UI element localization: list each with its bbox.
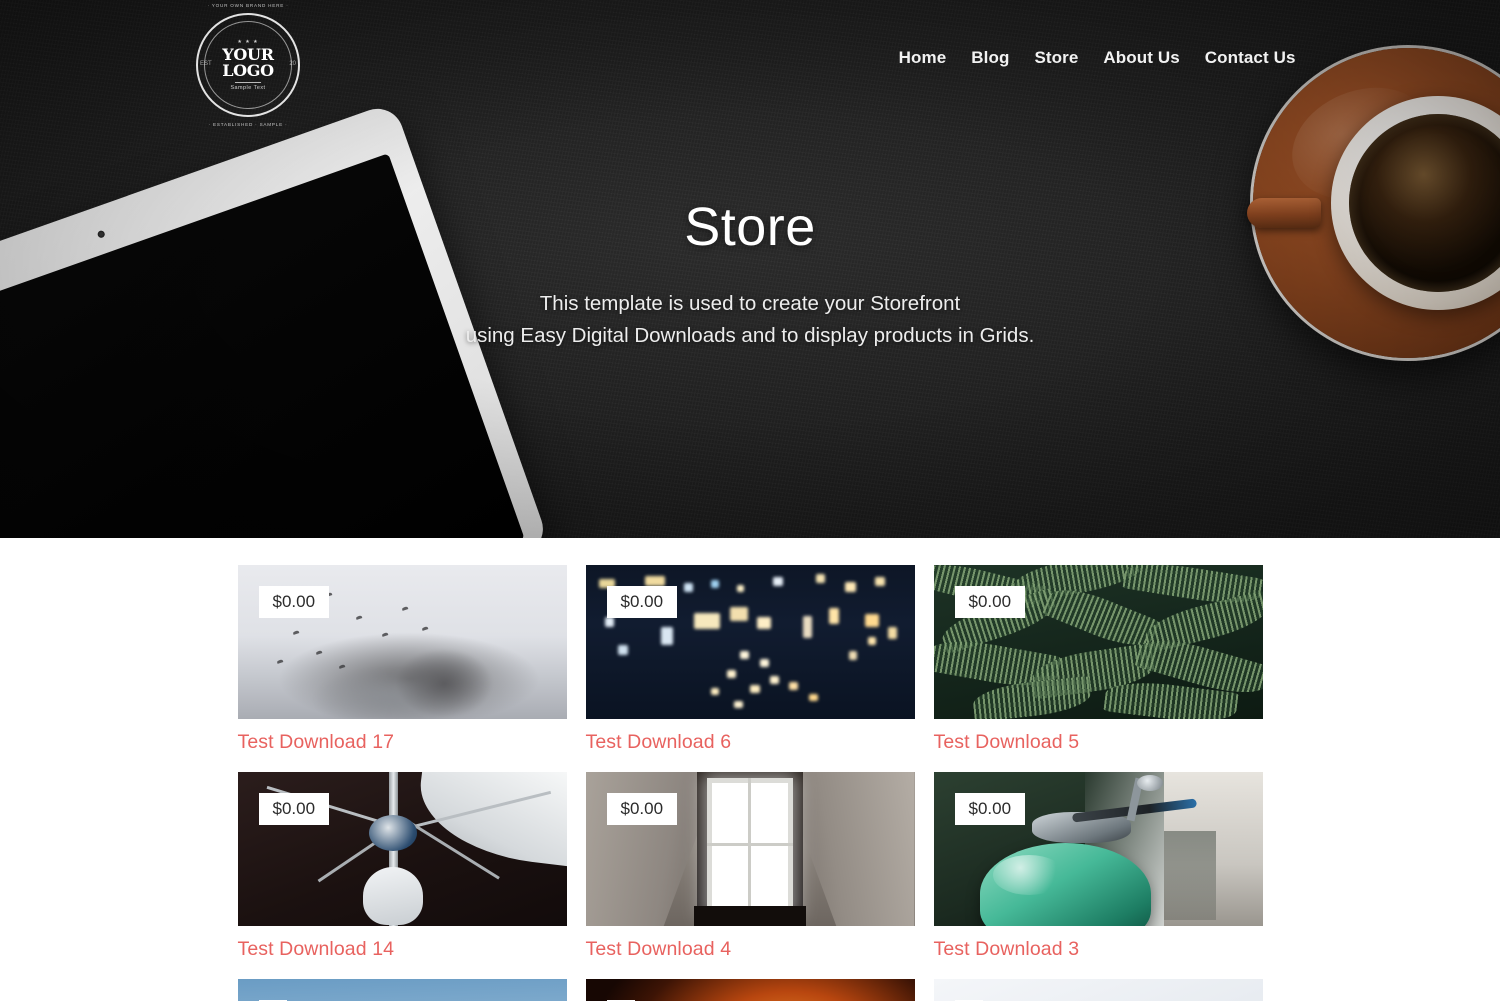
product-thumbnail[interactable]: $0.00 <box>585 772 915 926</box>
product-title-link[interactable]: Test Download 5 <box>934 731 1263 754</box>
hero-content: Store This template is used to create yo… <box>0 197 1500 351</box>
product-title-link[interactable]: Test Download 4 <box>586 938 915 961</box>
product-card[interactable]: $0.00 Test Download 3 <box>933 772 1263 961</box>
logo-arc-bottom-text: · ESTABLISHED · SAMPLE · <box>208 122 288 127</box>
product-card[interactable]: $0.00 Test Download 4 <box>585 772 915 961</box>
product-card[interactable]: $0.00 Test Download 17 <box>237 565 567 754</box>
product-price-badge: $0.00 <box>954 793 1026 826</box>
product-title-link[interactable]: Test Download 17 <box>238 731 567 754</box>
product-thumbnail[interactable]: $0.00 <box>585 565 915 719</box>
product-grid: $0.00 Test Download 17 $0.00 Test Downlo… <box>237 565 1263 1001</box>
logo-arc-top-text: · YOUR OWN BRAND HERE · <box>207 3 289 8</box>
product-image-blue-sky <box>237 979 567 1001</box>
main-navigation: Home Blog Store About Us Contact Us <box>886 47 1308 69</box>
hero-subtitle-line-1: This template is used to create your Sto… <box>539 292 961 316</box>
store-section: $0.00 Test Download 17 $0.00 Test Downlo… <box>0 538 1500 1001</box>
product-thumbnail[interactable] <box>237 979 567 1001</box>
product-title-link[interactable]: Test Download 14 <box>238 938 567 961</box>
hero-subtitle: This template is used to create your Sto… <box>0 288 1500 350</box>
product-title-link[interactable]: Test Download 6 <box>586 731 915 754</box>
product-card[interactable]: $0.00 Test Download 5 <box>933 565 1263 754</box>
product-title-link[interactable]: Test Download 3 <box>934 938 1263 961</box>
logo-subtext: Sample Text <box>230 85 266 91</box>
product-thumbnail[interactable]: $0.00 <box>237 565 567 719</box>
logo-name: YOUR LOGO <box>222 45 274 80</box>
page-title: Store <box>684 197 816 257</box>
product-price-badge: $0.00 <box>258 793 330 826</box>
product-price-badge: $0.00 <box>258 586 330 619</box>
product-thumbnail[interactable] <box>585 979 915 1001</box>
product-price-badge: $0.00 <box>606 793 678 826</box>
product-card[interactable] <box>237 979 567 1001</box>
product-image-white-light <box>933 979 1263 1001</box>
nav-item-home[interactable]: Home <box>886 47 959 69</box>
logo-inner: · YOUR OWN BRAND HERE · ★ ★ ★ YOUR LOGO … <box>198 3 298 127</box>
nav-item-blog[interactable]: Blog <box>959 47 1022 69</box>
product-thumbnail[interactable]: $0.00 <box>933 565 1263 719</box>
product-thumbnail[interactable]: $0.00 <box>237 772 567 926</box>
hero-section: Store This template is used to create yo… <box>0 0 1500 538</box>
product-card[interactable] <box>933 979 1263 1001</box>
product-card[interactable]: $0.00 Test Download 6 <box>585 565 915 754</box>
nav-item-contact-us[interactable]: Contact Us <box>1192 47 1308 69</box>
site-header: EST 20 · YOUR OWN BRAND HERE · ★ ★ ★ YOU… <box>0 0 1500 127</box>
product-thumbnail[interactable]: $0.00 <box>933 772 1263 926</box>
product-thumbnail[interactable] <box>933 979 1263 1001</box>
product-card[interactable] <box>585 979 915 1001</box>
nav-item-store[interactable]: Store <box>1022 47 1091 69</box>
product-price-badge: $0.00 <box>606 586 678 619</box>
site-logo[interactable]: EST 20 · YOUR OWN BRAND HERE · ★ ★ ★ YOU… <box>196 3 300 127</box>
nav-item-about-us[interactable]: About Us <box>1091 47 1192 69</box>
product-image-orange-fire-texture <box>585 979 915 1001</box>
hero-subtitle-line-2: using Easy Digital Downloads and to disp… <box>465 323 1035 347</box>
product-price-badge: $0.00 <box>954 586 1026 619</box>
product-card[interactable]: $0.00 Test Download 14 <box>237 772 567 961</box>
logo-divider <box>235 82 261 83</box>
